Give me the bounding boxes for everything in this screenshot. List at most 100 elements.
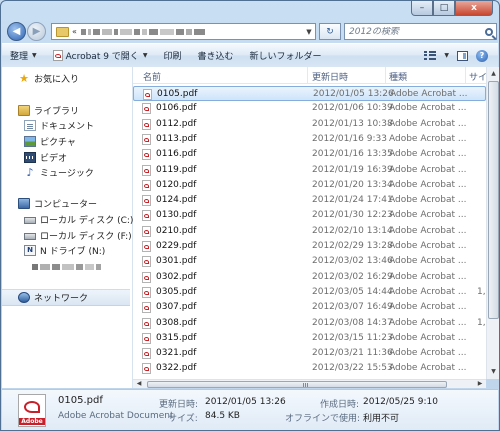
file-type: Adobe Acrobat ... — [389, 103, 467, 114]
search-icon[interactable] — [485, 27, 493, 36]
maximize-button[interactable]: □ — [433, 1, 455, 16]
pdf-icon — [142, 179, 151, 191]
help-icon[interactable]: ? — [476, 49, 488, 62]
nav-libraries[interactable]: ライブラリ — [18, 103, 148, 118]
navigation-pane: ★ お気に入り ライブラリ ドキュメント ピクチャ ビデオ ♪ ミュージック コ… — [2, 67, 133, 388]
pdf-icon — [142, 133, 151, 145]
refresh-icon: ↻ — [326, 26, 334, 37]
file-date: 2012/03/02 13:46 — [312, 256, 393, 267]
computer-icon — [18, 198, 30, 209]
refresh-button[interactable]: ↻ — [319, 23, 341, 40]
file-row[interactable]: 0307.pdf 2012/03/07 16:49 Adobe Acrobat ..… — [133, 300, 486, 315]
file-row[interactable]: 0112.pdf 2012/01/13 10:38 Adobe Acrobat ..… — [133, 117, 486, 132]
print-label: 印刷 — [163, 52, 182, 62]
file-row[interactable]: 0322.pdf 2012/03/22 15:53 Adobe Acrobat ..… — [133, 361, 486, 376]
search-box[interactable] — [344, 23, 497, 40]
nav-computer[interactable]: コンピューター — [18, 196, 148, 211]
nav-favorites[interactable]: ★ お気に入り — [18, 71, 148, 86]
file-row[interactable]: 0321.pdf 2012/03/21 11:36 Adobe Acrobat ..… — [133, 346, 486, 361]
file-row[interactable]: 0124.pdf 2012/01/24 17:41 Adobe Acrobat ..… — [133, 193, 486, 208]
file-row[interactable]: 0229.pdf 2012/02/29 13:28 Adobe Acrobat ..… — [133, 239, 486, 254]
file-name: 0321.pdf — [156, 348, 197, 359]
file-row[interactable]: 0113.pdf 2012/01/16 9:33 Adobe Acrobat ... — [133, 132, 486, 147]
column-divider[interactable] — [385, 67, 386, 83]
file-date: 2012/01/13 10:38 — [312, 118, 393, 129]
file-row[interactable]: 0106.pdf 2012/01/06 10:39 Adobe Acrobat ..… — [133, 101, 486, 116]
file-type: Adobe Acrobat ... — [389, 271, 467, 282]
folder-icon — [56, 26, 69, 37]
pdf-icon — [142, 210, 151, 222]
pdf-icon — [142, 286, 151, 298]
vertical-scrollbar[interactable]: ▲ ▼ — [486, 67, 499, 379]
column-size[interactable]: サイ — [469, 70, 486, 83]
burn-button[interactable]: 書き込む — [189, 46, 241, 65]
preview-pane-icon[interactable] — [457, 50, 468, 61]
file-name: 0301.pdf — [156, 256, 197, 267]
file-type: Adobe Acrobat ... — [389, 363, 467, 374]
detail-created-label: 作成日時: — [320, 400, 360, 410]
column-name[interactable]: 名前 — [143, 70, 161, 83]
nav-label: ローカル ディスク (F:) — [40, 232, 132, 242]
pdf-icon — [142, 271, 151, 283]
column-divider[interactable] — [307, 67, 308, 83]
breadcrumb[interactable] — [80, 28, 205, 35]
open-with-button[interactable]: Acrobat 9 で開く ▼ — [45, 46, 156, 65]
file-name: 0229.pdf — [156, 241, 197, 251]
file-row[interactable]: 0301.pdf 2012/03/02 13:46 Adobe Acrobat ..… — [133, 254, 486, 269]
scroll-thumb[interactable] — [147, 381, 447, 388]
file-row[interactable]: 0130.pdf 2012/01/30 12:23 Adobe Acrobat ..… — [133, 208, 486, 223]
file-row[interactable]: 0308.pdf 2012/03/08 14:37 Adobe Acrobat ..… — [133, 316, 486, 331]
scroll-left-icon[interactable]: ◀ — [134, 380, 144, 388]
scroll-up-icon[interactable]: ▲ — [488, 68, 499, 80]
file-name: 0307.pdf — [156, 302, 197, 313]
address-bar[interactable]: « ▼ — [51, 23, 316, 40]
column-header: 名前 更新日時 種類 サイ — [133, 67, 486, 84]
file-type: Adobe Acrobat ... — [389, 118, 467, 129]
column-divider[interactable] — [465, 67, 466, 83]
organize-button[interactable]: 整理 ▼ — [2, 46, 45, 65]
file-row[interactable]: 0302.pdf 2012/03/02 16:29 Adobe Acrobat ..… — [133, 270, 486, 285]
column-date[interactable]: 更新日時 — [312, 70, 348, 83]
pdf-icon — [142, 256, 151, 268]
chevron-down-icon[interactable]: ▼ — [444, 52, 449, 59]
nav-label: ドキュメント — [40, 122, 95, 132]
search-input[interactable] — [349, 26, 474, 37]
file-type: Adobe Acrobat ... — [389, 164, 467, 175]
file-row[interactable]: 0305.pdf 2012/03/05 14:44 Adobe Acrobat ..… — [133, 285, 486, 300]
pdf-icon — [142, 302, 151, 314]
file-name: 0305.pdf — [156, 286, 197, 297]
acrobat-icon — [52, 50, 63, 61]
pdf-icon — [142, 363, 151, 375]
address-dropdown-icon[interactable]: ▼ — [303, 28, 315, 36]
new-folder-button[interactable]: 新しいフォルダー — [241, 46, 329, 65]
close-button[interactable]: x — [455, 1, 493, 16]
forward-button[interactable]: ▶ — [27, 22, 46, 41]
column-type[interactable]: 種類 — [389, 70, 407, 83]
back-button[interactable]: ◀ — [7, 22, 26, 41]
nav-label: ビデオ — [40, 154, 68, 164]
scroll-thumb[interactable] — [488, 81, 499, 319]
chevron-down-icon: ▼ — [142, 52, 148, 59]
videos-icon — [24, 152, 36, 163]
nav-network[interactable]: ネットワーク — [2, 289, 130, 306]
print-button[interactable]: 印刷 — [155, 46, 189, 65]
file-row[interactable]: 0105.pdf 2012/01/05 13:26 Adobe Acrobat ..… — [133, 86, 486, 101]
file-type: Adobe Acrobat ... — [389, 348, 467, 359]
file-row[interactable]: 0116.pdf 2012/01/16 13:35 Adobe Acrobat ..… — [133, 147, 486, 162]
scroll-down-icon[interactable]: ▼ — [488, 366, 499, 378]
file-row[interactable]: 0315.pdf 2012/03/15 11:23 Adobe Acrobat ..… — [133, 331, 486, 346]
file-row[interactable]: 0120.pdf 2012/01/20 13:34 Adobe Acrobat ..… — [133, 178, 486, 193]
file-row[interactable]: 0119.pdf 2012/01/19 16:39 Adobe Acrobat ..… — [133, 163, 486, 178]
scroll-right-icon[interactable]: ▶ — [475, 380, 485, 388]
file-date: 2012/01/19 16:39 — [312, 164, 393, 175]
file-row[interactable]: 0210.pdf 2012/02/10 13:14 Adobe Acrobat ..… — [133, 224, 486, 239]
pdf-icon — [142, 348, 151, 360]
file-name: 0315.pdf — [156, 332, 197, 343]
explorer-window: – □ x ◀ ▶ « ▼ ↻ 整理 ▼ — [0, 0, 500, 431]
horizontal-scrollbar[interactable]: ◀ ▶ — [133, 379, 486, 388]
file-name: 0302.pdf — [156, 271, 197, 282]
breadcrumb-overflow[interactable]: « — [72, 27, 77, 36]
change-view-icon[interactable] — [424, 50, 437, 61]
minimize-button[interactable]: – — [411, 1, 433, 16]
chevron-down-icon: ▼ — [32, 52, 37, 59]
